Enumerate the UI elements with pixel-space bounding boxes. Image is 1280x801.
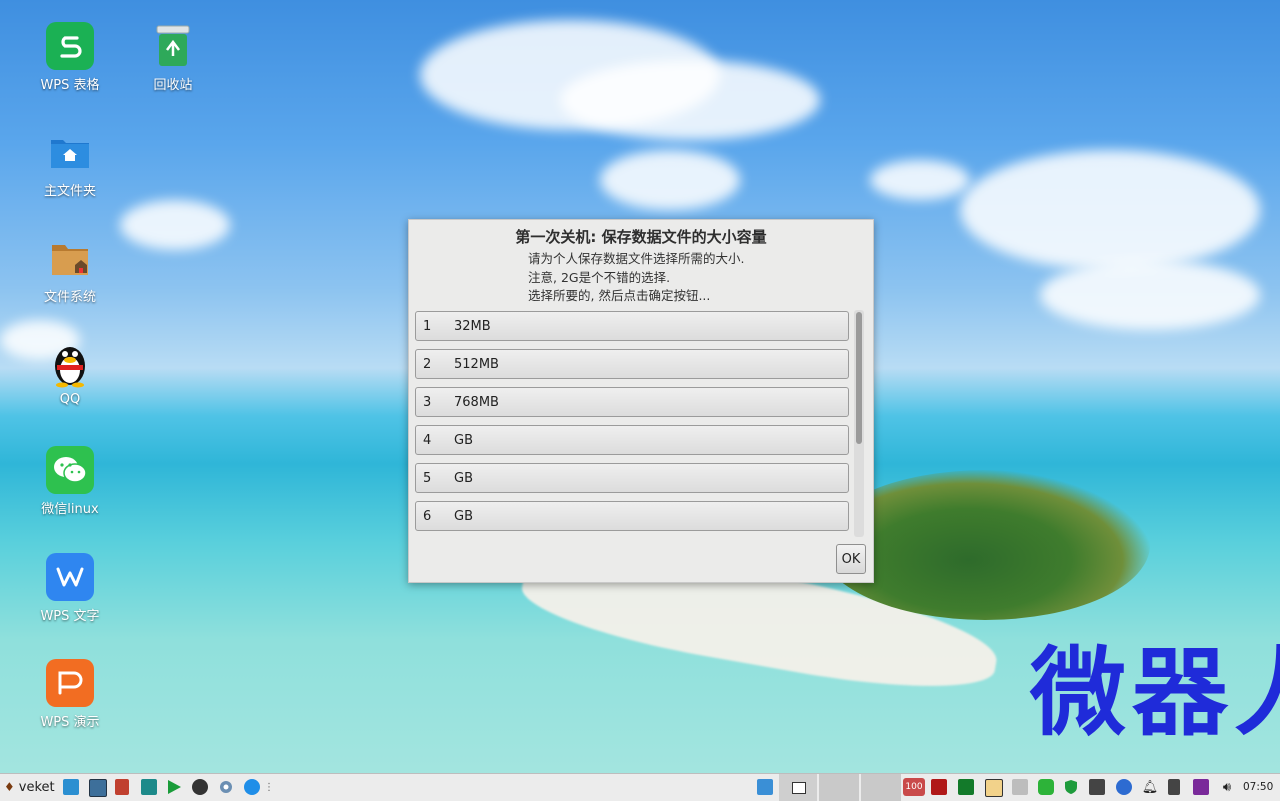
info-line: 请为个人保存数据文件选择所需的大小. [528,251,745,266]
clipboard-icon[interactable] [985,779,1003,797]
option-value: GB [454,509,473,524]
desktop-icon-wps-presentation[interactable]: WPS 演示 [25,659,115,730]
size-option-5[interactable]: 5 GB [415,463,849,493]
web-browser-icon[interactable] [244,779,260,795]
size-option-2[interactable]: 2 512MB [415,349,849,379]
desktop-icon-wps-writer[interactable]: WPS 文字 [25,553,115,624]
info-line: 选择所要的, 然后点击确定按钮... [528,288,711,303]
wps-spreadsheet-icon [46,22,94,70]
power-icon[interactable] [1168,779,1180,795]
taskbar: ♦ veket ⋮ 100 🔔︎ 🔊︎ 07:50 [0,773,1280,801]
option-value: GB [454,433,473,448]
size-option-4[interactable]: 4 GB [415,425,849,455]
ok-button[interactable]: OK [836,544,866,574]
option-value: 32MB [454,319,491,334]
recycle-bin-icon [149,22,197,70]
app-tray-icon[interactable] [1193,779,1209,795]
qq-penguin-icon [46,340,94,388]
notification-bell-icon[interactable]: 🔔︎ [1142,778,1159,796]
app-launcher-icon[interactable] [192,779,208,795]
clock[interactable]: 07:50 [1243,781,1273,793]
start-menu-button[interactable]: ♦ veket [4,778,55,796]
desktop-icon-recycle-bin[interactable]: 回收站 [128,22,218,93]
file-manager-icon[interactable] [141,779,157,795]
desktop-icon-label: QQ [59,392,81,407]
option-number: 3 [423,395,432,410]
option-number: 2 [423,357,432,372]
storage-icon[interactable] [1038,779,1054,795]
desktop-icon-label: 主文件夹 [43,184,96,199]
option-value: 768MB [454,395,499,410]
desktop-icon-home-folder[interactable]: 主文件夹 [25,128,115,199]
desktop-icon-wps-spreadsheet[interactable]: WPS 表格 [25,22,115,93]
size-options-list: 1 32MB 2 512MB 3 768MB 4 GB 5 GB 6 GB [415,310,851,538]
info-line: 注意, 2G是个不错的选择. [528,269,671,285]
veket-logo-icon: ♦ [4,780,15,794]
size-option-6[interactable]: 6 GB [415,501,849,531]
desktop-icon-label: 文件系统 [43,290,96,305]
desktop-icon-label: 微信linux [41,502,99,517]
wps-presentation-icon [46,659,94,707]
desktop-icon-label: WPS 文字 [40,609,100,624]
wechat-icon [46,446,94,494]
volume-icon[interactable]: 🔊︎ [1218,778,1236,796]
wallpaper-text: 微器人 [1030,637,1280,749]
workspace-2[interactable] [819,774,859,801]
security-shield-icon[interactable] [1063,779,1079,795]
dialog-title: 第一次关机: 保存数据文件的大小容量 [515,228,767,246]
settings-icon[interactable] [218,779,234,795]
bluetooth-icon[interactable] [1116,779,1132,795]
desktop-icon-label: 回收站 [153,78,193,93]
separator-icon: ⋮ [264,781,274,793]
option-value: 512MB [454,357,499,372]
tools-icon[interactable] [115,779,129,795]
desktop-icon-label: WPS 表格 [40,78,100,93]
desktop-icon-label: WPS 演示 [40,715,100,730]
option-value: GB [454,471,473,486]
scrollbar-thumb[interactable] [856,312,862,444]
drive-icon[interactable] [1012,779,1028,795]
workspace-1[interactable] [779,774,817,801]
desktop-icon-qq[interactable]: QQ [25,340,115,407]
wps-writer-icon [46,553,94,601]
option-number: 5 [423,471,432,486]
home-folder-icon [46,128,94,176]
size-selection-dialog: 第一次关机: 保存数据文件的大小容量 请为个人保存数据文件选择所需的大小. 注意… [408,219,874,583]
desktop-icon-file-system[interactable]: 文件系统 [25,234,115,305]
file-system-icon [46,234,94,282]
size-option-3[interactable]: 3 768MB [415,387,849,417]
keyboard-icon[interactable] [1089,779,1105,795]
image-viewer-icon[interactable] [89,779,107,797]
dialog-info: 请为个人保存数据文件选择所需的大小. 注意, 2G是个不错的选择. 选择所要的,… [528,250,744,306]
signal-icon[interactable] [958,779,974,795]
media-player-icon[interactable] [166,779,182,795]
options-scrollbar[interactable] [854,310,864,537]
battery-badge[interactable]: 100 [903,778,925,796]
option-number: 6 [423,509,432,524]
system-monitor-icon[interactable] [931,779,947,795]
option-number: 4 [423,433,432,448]
show-desktop-icon[interactable] [63,779,79,795]
option-number: 1 [423,319,432,334]
start-label: veket [18,779,55,795]
window-thumbnail-icon [792,782,806,794]
size-option-1[interactable]: 1 32MB [415,311,849,341]
network-icon[interactable] [757,779,773,795]
workspace-3[interactable] [861,774,901,801]
desktop-icon-wechat[interactable]: 微信linux [25,446,115,517]
